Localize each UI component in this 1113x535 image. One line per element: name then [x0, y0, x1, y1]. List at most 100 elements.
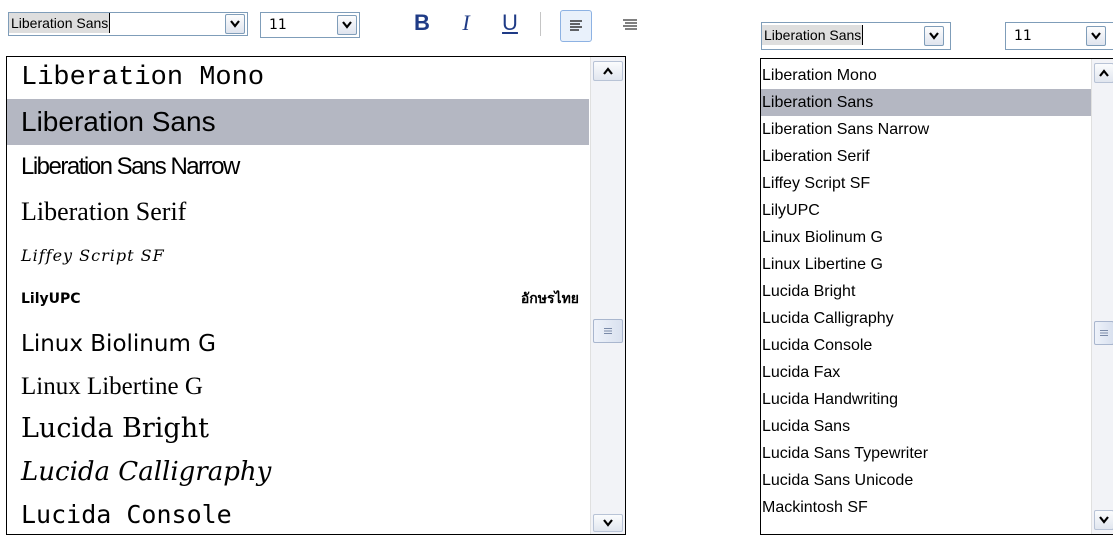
- font-list-items: Liberation Mono Liberation Sans Liberati…: [7, 57, 589, 534]
- font-item-liberation-sans[interactable]: Liberation Sans: [761, 89, 1091, 116]
- font-item-label: Liberation Mono: [21, 63, 265, 93]
- align-left-icon: [561, 11, 591, 41]
- font-item-lucida-sans-typewriter[interactable]: Lucida Sans Typewriter: [761, 440, 1091, 467]
- scroll-thumb[interactable]: [1094, 321, 1113, 345]
- font-item-lilyupc[interactable]: LilyUPC: [761, 197, 1091, 224]
- font-list-scrollbar[interactable]: [590, 57, 625, 534]
- font-item-liberation-sans-narrow[interactable]: Liberation Sans Narrow: [761, 116, 1091, 143]
- font-item-liberation-sans-narrow[interactable]: Liberation Sans Narrow: [7, 145, 589, 189]
- font-item-linux-biolinum-g[interactable]: Linux Biolinum G: [7, 321, 589, 365]
- font-item-lucida-calligraphy[interactable]: Lucida Calligraphy: [761, 305, 1091, 332]
- chevron-up-icon: [603, 67, 613, 75]
- font-list-items: Liberation Mono Liberation Sans Liberati…: [761, 59, 1091, 534]
- scroll-up-button[interactable]: [593, 61, 623, 81]
- formatting-toolbar: Liberation Sans 11: [757, 0, 1113, 56]
- font-item-lucida-sans-unicode[interactable]: Lucida Sans Unicode: [761, 467, 1091, 494]
- font-name-value[interactable]: Liberation Sans: [762, 25, 864, 45]
- font-item-label: Liberation Sans: [762, 94, 874, 111]
- align-left-button[interactable]: [560, 10, 592, 42]
- formatting-toolbar: Liberation Sans 11 B I U: [0, 0, 637, 56]
- underline-button[interactable]: U: [496, 8, 524, 38]
- font-item-label: Mackintosh SF: [762, 499, 868, 516]
- italic-button[interactable]: I: [452, 8, 480, 38]
- font-item-lucida-console[interactable]: Lucida Console: [7, 493, 589, 534]
- font-list-scrollbar[interactable]: [1091, 59, 1113, 534]
- scroll-down-button[interactable]: [1094, 510, 1113, 530]
- font-item-liberation-serif[interactable]: Liberation Serif: [7, 189, 589, 235]
- font-name-combobox[interactable]: Liberation Sans: [8, 12, 248, 36]
- font-size-value[interactable]: 11: [269, 17, 287, 33]
- font-item-label: Linux Biolinum G: [762, 229, 883, 246]
- font-item-label: Linux Libertine G: [762, 256, 883, 273]
- font-item-liberation-mono[interactable]: Liberation Mono: [7, 57, 589, 99]
- font-item-lucida-fax[interactable]: Lucida Fax: [761, 359, 1091, 386]
- font-dropdown-plain-panel: Liberation Sans 11 Liberation Mono Liber…: [757, 0, 1113, 535]
- font-item-label: Liberation Serif: [21, 197, 187, 226]
- font-size-value[interactable]: 11: [1014, 28, 1032, 44]
- font-item-label: Lucida Calligraphy: [762, 310, 894, 327]
- font-size-dropdown-button[interactable]: [1086, 26, 1106, 46]
- font-item-liberation-sans[interactable]: Liberation Sans: [7, 99, 589, 145]
- chevron-down-icon: [603, 519, 613, 527]
- font-item-label: Lucida Bright: [762, 283, 856, 300]
- font-item-label: Lucida Handwriting: [762, 391, 899, 408]
- chevron-down-icon: [1091, 32, 1101, 40]
- font-item-lucida-sans[interactable]: Lucida Sans: [761, 413, 1091, 440]
- font-size-dropdown-button[interactable]: [337, 15, 357, 35]
- bold-icon: B: [414, 10, 430, 35]
- font-item-label: Lucida Fax: [762, 364, 841, 381]
- font-dropdown-preview-panel: Liberation Sans 11 B I U Liberation Mono…: [0, 0, 637, 535]
- grip-icon: [1099, 329, 1109, 337]
- bold-button[interactable]: B: [408, 8, 436, 38]
- underline-icon: U: [502, 10, 518, 35]
- font-name-dropdown-button[interactable]: [225, 14, 245, 34]
- scroll-up-button[interactable]: [1094, 63, 1113, 83]
- font-item-lucida-calligraphy[interactable]: Lucida Calligraphy: [7, 451, 589, 493]
- font-item-liberation-serif[interactable]: Liberation Serif: [761, 143, 1091, 170]
- font-item-label: Liberation Sans: [21, 106, 216, 137]
- font-item-label: Liberation Sans Narrow: [21, 153, 240, 180]
- font-item-label: Liberation Mono: [762, 67, 877, 84]
- font-item-liffey-script-sf[interactable]: Liffey Script SF: [761, 170, 1091, 197]
- font-item-linux-biolinum-g[interactable]: Linux Biolinum G: [761, 224, 1091, 251]
- font-item-label: Lucida Sans Unicode: [762, 472, 914, 489]
- toolbar-separator: [540, 12, 541, 36]
- scroll-thumb[interactable]: [593, 319, 623, 343]
- scroll-down-button[interactable]: [593, 514, 623, 532]
- font-name-value[interactable]: Liberation Sans: [9, 13, 111, 33]
- font-size-combobox[interactable]: 11: [260, 12, 360, 38]
- font-name-dropdown-button[interactable]: [924, 26, 944, 46]
- font-list[interactable]: Liberation Mono Liberation Sans Liberati…: [6, 56, 626, 535]
- font-size-combobox[interactable]: 11: [1005, 22, 1113, 50]
- font-item-label: Lucida Sans Typewriter: [762, 445, 929, 462]
- font-item-label: Liffey Script SF: [21, 246, 165, 265]
- font-item-liffey-script-sf[interactable]: Liffey Script SF: [7, 235, 589, 277]
- chevron-down-icon: [342, 21, 352, 29]
- font-item-lucida-handwriting[interactable]: Lucida Handwriting: [761, 386, 1091, 413]
- chevron-up-icon: [1099, 69, 1109, 77]
- font-item-label: Lucida Calligraphy: [21, 457, 272, 487]
- font-item-lucida-bright[interactable]: Lucida Bright: [761, 278, 1091, 305]
- font-item-mackintosh-sf[interactable]: Mackintosh SF: [761, 494, 1091, 521]
- chevron-down-icon: [1099, 516, 1109, 524]
- font-item-lilyupc[interactable]: LilyUPC อักษรไทย: [7, 277, 589, 321]
- font-item-linux-libertine-g[interactable]: Linux Libertine G: [761, 251, 1091, 278]
- font-name-combobox[interactable]: Liberation Sans: [761, 22, 951, 50]
- font-item-linux-libertine-g[interactable]: Linux Libertine G: [7, 365, 589, 407]
- font-item-label: Linux Biolinum G: [21, 331, 216, 357]
- align-center-icon: [620, 10, 637, 40]
- font-item-label: Lucida Console: [762, 337, 873, 354]
- font-item-lucida-bright[interactable]: Lucida Bright: [7, 407, 589, 451]
- font-item-label: Lucida Sans: [762, 418, 851, 435]
- font-list[interactable]: Liberation Mono Liberation Sans Liberati…: [760, 58, 1113, 535]
- grip-icon: [603, 327, 613, 335]
- font-item-label: Liffey Script SF: [762, 175, 871, 192]
- align-center-button[interactable]: [620, 10, 637, 40]
- font-item-label: Liberation Sans Narrow: [762, 121, 930, 138]
- font-item-label: Lucida Bright: [21, 413, 209, 444]
- font-item-liberation-mono[interactable]: Liberation Mono: [761, 62, 1091, 89]
- chevron-down-icon: [230, 20, 240, 28]
- font-item-lucida-console[interactable]: Lucida Console: [761, 332, 1091, 359]
- font-item-label: LilyUPC: [21, 291, 81, 307]
- font-item-label: Liberation Serif: [762, 148, 870, 165]
